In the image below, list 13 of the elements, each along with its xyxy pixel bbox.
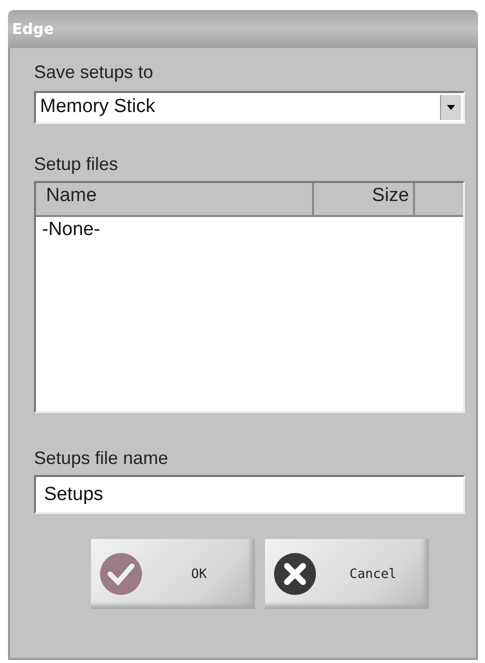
window-title: Edge [12, 20, 54, 38]
list-item[interactable]: -None- [36, 217, 106, 243]
ok-button[interactable]: OK [91, 539, 255, 609]
checkmark-icon [99, 552, 143, 596]
field-label: Setup files [34, 154, 118, 175]
save-location-dropdown[interactable]: Memory Stick [34, 91, 465, 124]
field-label: Setups file name [34, 448, 168, 469]
file-name-field[interactable]: Setups [34, 475, 465, 514]
close-icon [273, 552, 317, 596]
caret-icon [447, 105, 455, 110]
dropdown-button[interactable] [440, 95, 461, 120]
field-label: Save setups to [34, 62, 154, 83]
cancel-button[interactable]: Cancel [265, 539, 429, 609]
